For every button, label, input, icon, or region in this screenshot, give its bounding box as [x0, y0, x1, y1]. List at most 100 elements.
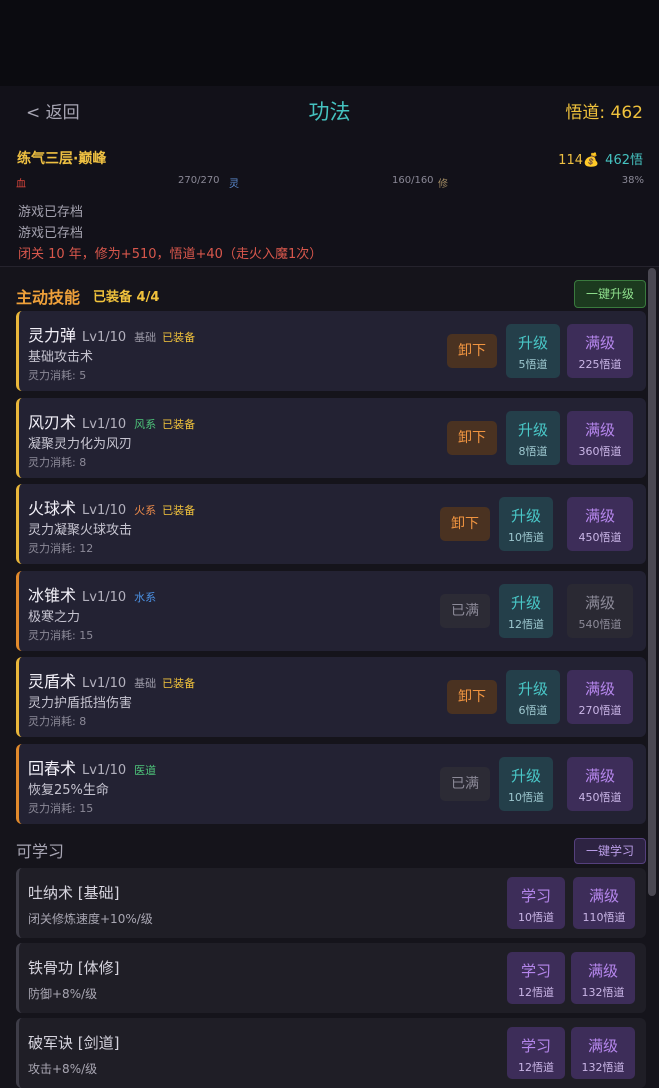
upgrade-cost: 10悟道: [508, 791, 544, 804]
log-line: 游戏已存档: [18, 226, 84, 241]
upgrade-button[interactable]: 升级 10悟道: [499, 497, 553, 551]
skill-desc: 极寒之力: [28, 610, 81, 625]
max-level-button[interactable]: 满级 540悟道: [567, 584, 633, 638]
skill-cost: 灵力消耗: 15: [28, 629, 94, 642]
skill-cost: 灵力消耗: 8: [28, 715, 87, 728]
upgrade-button[interactable]: 升级 10悟道: [499, 757, 553, 811]
skill-card: 风刃术 Lv1/10 风系 已装备 凝聚灵力化为风刃 灵力消耗: 8 卸下 升级 8悟道…: [16, 398, 646, 478]
wudao-count: 462悟: [605, 153, 643, 168]
learnable-card: 铁骨功 [体修] 防御+8%/级 学习 12悟道 满级 132悟道: [16, 943, 646, 1013]
max-label: 满级: [584, 507, 615, 525]
skill-tag: 基础: [134, 677, 157, 690]
skill-name: 灵盾术: [28, 672, 77, 691]
learn-button[interactable]: 学习 12悟道: [507, 952, 565, 1004]
realm-label: 练气三层·巅峰: [17, 151, 107, 167]
learn-label: 学习: [520, 962, 551, 980]
resources: 114💰 462悟: [558, 149, 643, 168]
max-level-button[interactable]: 满级 450悟道: [567, 757, 633, 811]
unequip-button[interactable]: 卸下: [447, 421, 497, 455]
skill-card: 火球术 Lv1/10 火系 已装备 灵力凝聚火球攻击 灵力消耗: 12 卸下 升级 10…: [16, 484, 646, 564]
skill-desc: 灵力凝聚火球攻击: [28, 523, 133, 538]
skill-card: 灵盾术 Lv1/10 基础 已装备 灵力护盾抵挡伤害 灵力消耗: 8 卸下 升级 6悟道…: [16, 657, 646, 737]
unequip-button[interactable]: 卸下: [447, 334, 497, 368]
header-bar: < 返回 功法 悟道: 462: [0, 86, 659, 134]
skill-level: Lv1/10: [82, 590, 127, 605]
log-line: 闭关 10 年，修为+510，悟道+40（走火入魔1次）: [18, 247, 323, 262]
learn-label: 学习: [520, 1037, 551, 1055]
coin-count: 114💰: [558, 153, 600, 168]
upgrade-label: 升级: [510, 507, 541, 525]
max-label: 满级: [584, 680, 615, 698]
upgrade-button[interactable]: 升级 12悟道: [499, 584, 553, 638]
max-label: 满级: [584, 594, 615, 612]
unequip-button[interactable]: 卸下: [447, 680, 497, 714]
skill-name-row: 回春术 Lv1/10 医道: [28, 755, 156, 779]
learn-button[interactable]: 学习 12悟道: [507, 1027, 565, 1079]
learnable-card: 破军诀 [剑道] 攻击+8%/级 学习 12悟道 满级 132悟道: [16, 1018, 646, 1088]
cultivation-percent: 38%: [621, 175, 644, 186]
upgrade-button[interactable]: 升级 6悟道: [506, 670, 560, 724]
max-level-button[interactable]: 满级 132悟道: [571, 1027, 635, 1079]
max-level-button[interactable]: 满级 450悟道: [567, 497, 633, 551]
skill-name-row: 火球术 Lv1/10 火系 已装备: [28, 495, 195, 519]
stat-bars: 血 270/270 灵 160/160 修 38%: [16, 175, 644, 190]
skill-desc: 恢复25%生命: [28, 783, 109, 798]
upgrade-button[interactable]: 升级 8悟道: [506, 411, 560, 465]
status-panel: 练气三层·巅峰 114💰 462悟 血 270/270 灵 160/160 修 3…: [0, 134, 659, 267]
log-line: 游戏已存档: [18, 205, 84, 220]
skill-tag: 医道: [134, 764, 157, 777]
skill-level: Lv1/10: [82, 503, 127, 518]
mp-value: 160/160: [392, 175, 434, 186]
max-label: 满级: [584, 334, 615, 352]
skill-name: 回春术: [28, 759, 77, 778]
upgrade-cost: 5悟道: [518, 358, 548, 371]
equipped-badge: 已装备: [162, 331, 196, 344]
equipped-count: 已装备 4/4: [93, 290, 160, 305]
max-level-button[interactable]: 满级 132悟道: [571, 952, 635, 1004]
skill-level: Lv1/10: [82, 763, 127, 778]
upgrade-all-button[interactable]: 一键升级: [574, 280, 646, 308]
scrollbar[interactable]: [648, 268, 656, 896]
top-band: [0, 0, 659, 86]
maxed-button[interactable]: 已满: [440, 594, 490, 628]
equipped-badge: 已装备: [162, 677, 196, 690]
upgrade-label: 升级: [510, 767, 541, 785]
wudao-counter: 悟道: 462: [565, 103, 643, 123]
skill-name: 风刃术: [28, 413, 77, 432]
upgrade-label: 升级: [517, 680, 548, 698]
learn-cost: 10悟道: [518, 911, 554, 924]
upgrade-label: 升级: [517, 421, 548, 439]
learnable-card: 吐纳术 [基础] 闭关修炼速度+10%/级 学习 10悟道 满级 110悟道: [16, 868, 646, 938]
max-cost: 450悟道: [578, 791, 622, 804]
learnable-desc: 防御+8%/级: [28, 987, 98, 1001]
skill-card: 灵力弹 Lv1/10 基础 已装备 基础攻击术 灵力消耗: 5 卸下 升级 5悟道 满级…: [16, 311, 646, 391]
skill-name: 灵力弹: [28, 326, 77, 345]
skill-level: Lv1/10: [82, 417, 127, 432]
max-cost: 132悟道: [581, 986, 625, 999]
upgrade-cost: 10悟道: [508, 531, 544, 544]
skill-desc: 凝聚灵力化为风刃: [28, 437, 133, 452]
skill-name-row: 灵盾术 Lv1/10 基础 已装备: [28, 668, 195, 692]
max-cost: 270悟道: [578, 704, 622, 717]
max-level-button[interactable]: 满级 225悟道: [567, 324, 633, 378]
max-level-button[interactable]: 满级 360悟道: [567, 411, 633, 465]
hp-label: 血: [16, 179, 26, 190]
learn-all-button[interactable]: 一键学习: [574, 838, 646, 864]
maxed-button[interactable]: 已满: [440, 767, 490, 801]
upgrade-label: 升级: [517, 334, 548, 352]
skill-tag: 基础: [134, 331, 157, 344]
max-level-button[interactable]: 满级 270悟道: [567, 670, 633, 724]
skill-card: 回春术 Lv1/10 医道 恢复25%生命 灵力消耗: 15 已满 升级 10悟道 满…: [16, 744, 646, 824]
skill-cost: 灵力消耗: 12: [28, 542, 94, 555]
upgrade-cost: 8悟道: [518, 445, 548, 458]
skill-tag: 水系: [134, 591, 157, 604]
learn-button[interactable]: 学习 10悟道: [507, 877, 565, 929]
max-label: 满级: [584, 421, 615, 439]
learnable-name: 铁骨功 [体修]: [28, 959, 120, 977]
skill-name-row: 风刃术 Lv1/10 风系 已装备: [28, 409, 195, 433]
unequip-button[interactable]: 卸下: [440, 507, 490, 541]
upgrade-button[interactable]: 升级 5悟道: [506, 324, 560, 378]
skill-name-row: 灵力弹 Lv1/10 基础 已装备: [28, 322, 195, 346]
max-level-button[interactable]: 满级 110悟道: [573, 877, 635, 929]
skill-desc: 基础攻击术: [28, 350, 94, 365]
